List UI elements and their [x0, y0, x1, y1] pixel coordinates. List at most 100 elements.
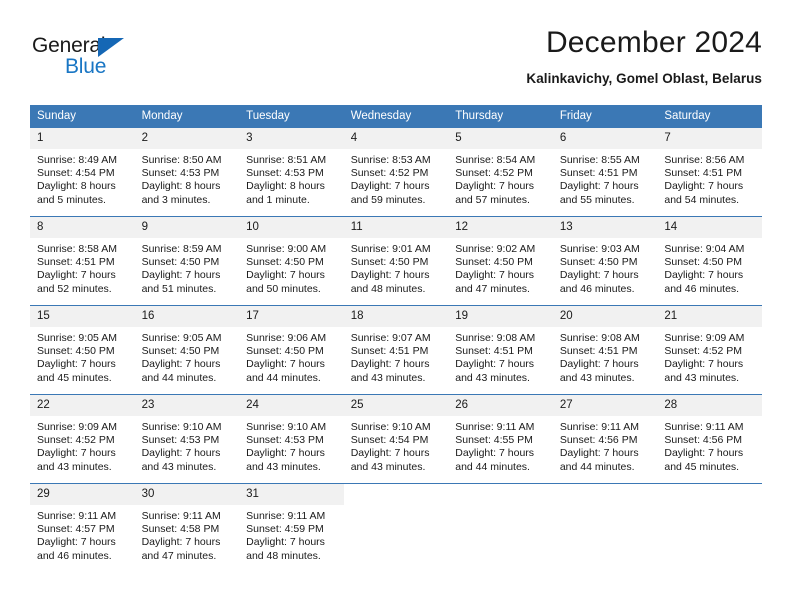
day-cell[interactable]: 30 Sunrise: 9:11 AM Sunset: 4:58 PM Dayl… [134, 483, 240, 568]
day-cell[interactable]: 21 Sunrise: 9:09 AM Sunset: 4:52 PM Dayl… [657, 305, 762, 395]
weekday-header-row: Sunday Monday Tuesday Wednesday Thursday… [30, 105, 762, 128]
sunrise-text: Sunrise: 9:07 AM [350, 332, 431, 344]
day-number [657, 484, 762, 505]
day-cell[interactable]: 20 Sunrise: 9:08 AM Sunset: 4:51 PM Dayl… [552, 305, 658, 395]
daylight-text-line1: Daylight: 7 hours [664, 269, 744, 282]
day-details: Sunrise: 9:11 AM Sunset: 4:56 PM Dayligh… [657, 416, 762, 474]
sunset-text: Sunset: 4:52 PM [350, 167, 429, 180]
day-number: 18 [343, 306, 449, 327]
sunrise-text: Sunrise: 9:00 AM [246, 243, 327, 255]
daylight-text-line2: and 46 minutes. [37, 549, 112, 562]
daylight-text-line1: Daylight: 7 hours [559, 180, 639, 193]
day-cell-empty [448, 483, 553, 568]
day-details: Sunrise: 9:01 AM Sunset: 4:50 PM Dayligh… [344, 238, 449, 296]
day-number: 23 [134, 395, 240, 416]
calendar-week-row: 29 Sunrise: 9:11 AM Sunset: 4:57 PM Dayl… [30, 483, 762, 568]
day-cell[interactable]: 2 Sunrise: 8:50 AM Sunset: 4:53 PM Dayli… [134, 127, 240, 217]
daylight-text-line2: and 43 minutes. [350, 371, 426, 384]
sunrise-text: Sunrise: 9:03 AM [559, 243, 640, 255]
daylight-text-line2: and 46 minutes. [664, 282, 740, 295]
daylight-text-line2: and 57 minutes. [455, 193, 530, 206]
sunset-text: Sunset: 4:56 PM [559, 434, 638, 447]
sunrise-text: Sunrise: 8:53 AM [350, 154, 431, 166]
day-cell[interactable]: 9 Sunrise: 8:59 AM Sunset: 4:50 PM Dayli… [134, 216, 240, 306]
daylight-text-line1: Daylight: 7 hours [37, 358, 116, 371]
day-cell[interactable]: 31 Sunrise: 9:11 AM Sunset: 4:59 PM Dayl… [239, 483, 344, 568]
day-cell[interactable]: 16 Sunrise: 9:05 AM Sunset: 4:50 PM Dayl… [134, 305, 240, 395]
day-details: Sunrise: 8:50 AM Sunset: 4:53 PM Dayligh… [135, 149, 240, 207]
day-cell[interactable]: 27 Sunrise: 9:11 AM Sunset: 4:56 PM Dayl… [552, 394, 658, 484]
sunset-text: Sunset: 4:50 PM [559, 256, 638, 269]
day-cell[interactable]: 8 Sunrise: 8:58 AM Sunset: 4:51 PM Dayli… [30, 216, 135, 306]
sunset-text: Sunset: 4:56 PM [664, 434, 743, 447]
day-cell[interactable]: 7 Sunrise: 8:56 AM Sunset: 4:51 PM Dayli… [657, 127, 762, 217]
sunset-text: Sunset: 4:55 PM [455, 434, 533, 447]
day-cell[interactable]: 15 Sunrise: 9:05 AM Sunset: 4:50 PM Dayl… [30, 305, 135, 395]
day-details: Sunrise: 9:00 AM Sunset: 4:50 PM Dayligh… [239, 238, 344, 296]
generalblue-logo[interactable]: General Blue [32, 34, 172, 82]
daylight-text-line1: Daylight: 7 hours [455, 358, 535, 371]
daylight-text-line2: and 55 minutes. [559, 193, 635, 206]
weekday-header-sunday: Sunday [30, 105, 135, 128]
sunrise-text: Sunrise: 8:54 AM [455, 154, 536, 166]
day-cell[interactable]: 4 Sunrise: 8:53 AM Sunset: 4:52 PM Dayli… [343, 127, 449, 217]
day-cell[interactable]: 25 Sunrise: 9:10 AM Sunset: 4:54 PM Dayl… [343, 394, 449, 484]
day-cell[interactable]: 23 Sunrise: 9:10 AM Sunset: 4:53 PM Dayl… [134, 394, 240, 484]
logo-text-blue: Blue [65, 55, 107, 78]
day-cell[interactable]: 29 Sunrise: 9:11 AM Sunset: 4:57 PM Dayl… [30, 483, 135, 568]
daylight-text-line1: Daylight: 7 hours [246, 358, 325, 371]
day-cell[interactable]: 26 Sunrise: 9:11 AM Sunset: 4:55 PM Dayl… [448, 394, 553, 484]
daylight-text-line2: and 51 minutes. [141, 282, 217, 295]
calendar-week-row: 22 Sunrise: 9:09 AM Sunset: 4:52 PM Dayl… [30, 394, 762, 484]
daylight-text-line2: and 43 minutes. [664, 371, 740, 384]
sunrise-text: Sunrise: 9:05 AM [37, 332, 117, 344]
daylight-text-line2: and 43 minutes. [37, 460, 112, 473]
day-number: 16 [134, 306, 240, 327]
day-cell[interactable]: 24 Sunrise: 9:10 AM Sunset: 4:53 PM Dayl… [239, 394, 344, 484]
sunrise-text: Sunrise: 8:49 AM [37, 154, 117, 166]
daylight-text-line1: Daylight: 7 hours [455, 447, 535, 460]
day-cell[interactable]: 22 Sunrise: 9:09 AM Sunset: 4:52 PM Dayl… [30, 394, 135, 484]
daylight-text-line2: and 44 minutes. [559, 460, 635, 473]
daylight-text-line2: and 45 minutes. [37, 371, 112, 384]
daylight-text-line1: Daylight: 8 hours [37, 180, 116, 193]
day-cell[interactable]: 13 Sunrise: 9:03 AM Sunset: 4:50 PM Dayl… [552, 216, 658, 306]
day-cell[interactable]: 11 Sunrise: 9:01 AM Sunset: 4:50 PM Dayl… [343, 216, 449, 306]
day-cell[interactable]: 5 Sunrise: 8:54 AM Sunset: 4:52 PM Dayli… [448, 127, 553, 217]
day-details: Sunrise: 8:51 AM Sunset: 4:53 PM Dayligh… [239, 149, 344, 207]
calendar-week-row: 8 Sunrise: 8:58 AM Sunset: 4:51 PM Dayli… [30, 216, 762, 306]
day-cell[interactable]: 6 Sunrise: 8:55 AM Sunset: 4:51 PM Dayli… [552, 127, 658, 217]
day-cell[interactable]: 12 Sunrise: 9:02 AM Sunset: 4:50 PM Dayl… [448, 216, 553, 306]
day-details: Sunrise: 8:59 AM Sunset: 4:50 PM Dayligh… [135, 238, 240, 296]
day-cell[interactable]: 19 Sunrise: 9:08 AM Sunset: 4:51 PM Dayl… [448, 305, 553, 395]
day-number: 14 [657, 217, 762, 238]
daylight-text-line2: and 43 minutes. [141, 460, 217, 473]
day-cell[interactable]: 17 Sunrise: 9:06 AM Sunset: 4:50 PM Dayl… [239, 305, 344, 395]
sunset-text: Sunset: 4:54 PM [37, 167, 115, 180]
day-number: 4 [343, 128, 449, 149]
day-number: 11 [343, 217, 449, 238]
daylight-text-line2: and 3 minutes. [141, 193, 211, 206]
sunset-text: Sunset: 4:53 PM [141, 167, 220, 180]
sunrise-text: Sunrise: 9:08 AM [455, 332, 536, 344]
sunrise-text: Sunrise: 9:10 AM [141, 421, 222, 433]
daylight-text-line2: and 43 minutes. [246, 460, 321, 473]
daylight-text-line2: and 5 minutes. [37, 193, 106, 206]
daylight-text-line2: and 43 minutes. [455, 371, 530, 384]
day-cell[interactable]: 10 Sunrise: 9:00 AM Sunset: 4:50 PM Dayl… [239, 216, 344, 306]
sunrise-text: Sunrise: 8:58 AM [37, 243, 117, 255]
day-number: 30 [134, 484, 240, 505]
day-cell[interactable]: 1 Sunrise: 8:49 AM Sunset: 4:54 PM Dayli… [30, 127, 135, 217]
day-details: Sunrise: 9:05 AM Sunset: 4:50 PM Dayligh… [30, 327, 135, 385]
day-cell[interactable]: 14 Sunrise: 9:04 AM Sunset: 4:50 PM Dayl… [657, 216, 762, 306]
day-details: Sunrise: 9:02 AM Sunset: 4:50 PM Dayligh… [448, 238, 553, 296]
day-cell[interactable]: 3 Sunrise: 8:51 AM Sunset: 4:53 PM Dayli… [239, 127, 344, 217]
sunrise-text: Sunrise: 9:06 AM [246, 332, 327, 344]
daylight-text-line1: Daylight: 7 hours [559, 447, 639, 460]
day-cell[interactable]: 18 Sunrise: 9:07 AM Sunset: 4:51 PM Dayl… [343, 305, 449, 395]
day-cell[interactable]: 28 Sunrise: 9:11 AM Sunset: 4:56 PM Dayl… [657, 394, 762, 484]
sunset-text: Sunset: 4:53 PM [246, 434, 324, 447]
sunset-text: Sunset: 4:52 PM [37, 434, 115, 447]
day-cell-empty [552, 483, 658, 568]
sunset-text: Sunset: 4:51 PM [664, 167, 743, 180]
